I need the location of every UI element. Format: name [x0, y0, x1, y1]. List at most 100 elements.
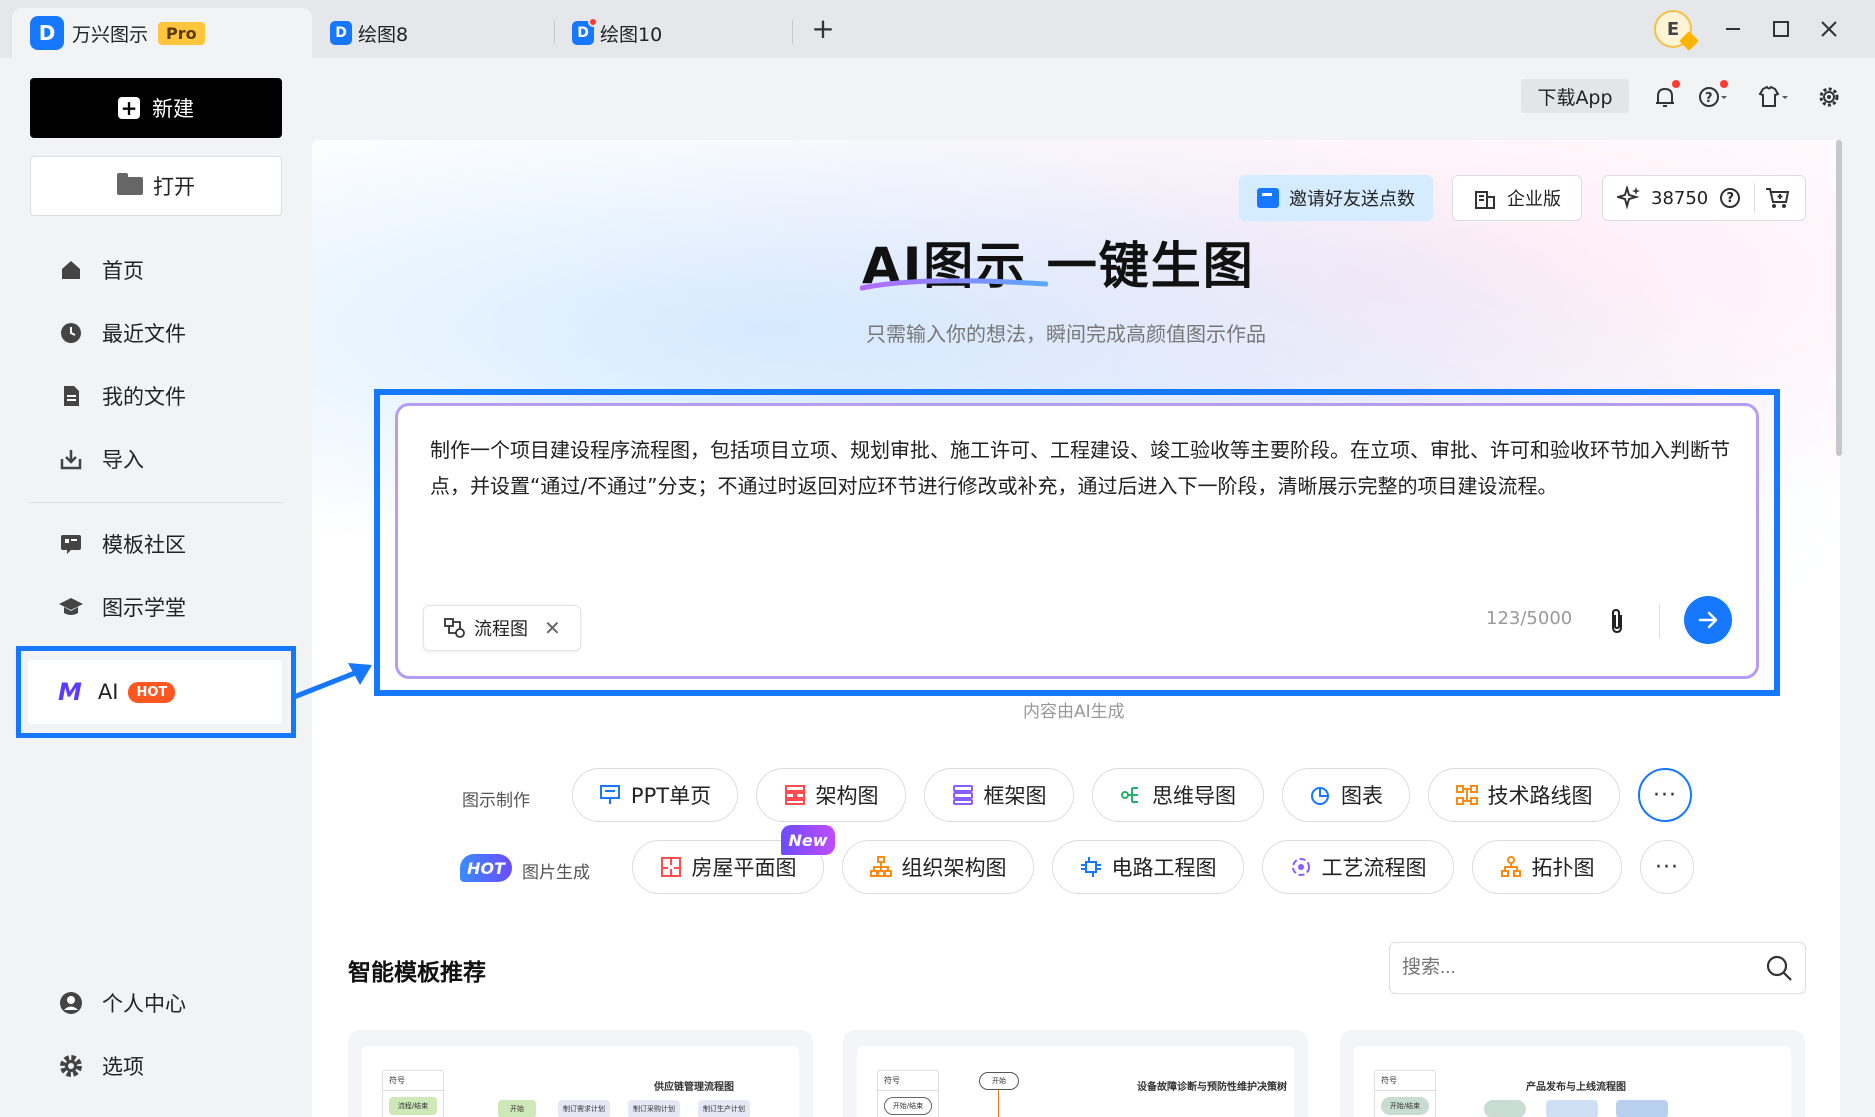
sidebar-item-profile[interactable]: 个人中心 [58, 983, 186, 1023]
category-ppt-page[interactable]: PPT单页 [572, 768, 738, 822]
legend-title: 符号 [383, 1071, 443, 1091]
pro-badge: Pro [158, 21, 205, 45]
sidebar-item-recent[interactable]: 最近文件 [58, 313, 186, 353]
ai-generated-note: 内容由AI生成 [1023, 702, 1125, 722]
sidebar-item-template-community[interactable]: 模板社区 [58, 524, 186, 564]
sidebar-item-label: 选项 [102, 1055, 144, 1079]
document-unsaved-icon: D [572, 17, 598, 45]
chip-remove-icon[interactable]: ✕ [544, 616, 561, 640]
chip-label: 流程图 [474, 619, 528, 640]
category-process-flow[interactable]: 工艺流程图 [1262, 840, 1454, 894]
user-icon [58, 990, 84, 1016]
more-image-types-button[interactable]: ··· [1640, 840, 1694, 894]
points-value: 38750 [1651, 187, 1709, 209]
points-help-icon[interactable]: ? [1720, 188, 1741, 208]
sidebar-item-my-files[interactable]: 我的文件 [58, 376, 186, 416]
download-app-button[interactable]: 下载App [1521, 79, 1629, 113]
category-architecture[interactable]: 架构图 [756, 768, 906, 822]
arrow-right-icon [1698, 611, 1718, 629]
tab-divider [792, 20, 793, 44]
building-icon [1475, 191, 1495, 209]
category-label: 工艺流程图 [1321, 856, 1427, 880]
settings-icon[interactable] [1812, 80, 1846, 114]
char-count: 123/5000 [1486, 608, 1573, 629]
diagram-type-chip[interactable]: 流程图 ✕ [423, 605, 581, 651]
close-icon[interactable] [1812, 12, 1846, 46]
more-diagram-types-button[interactable]: ··· [1638, 768, 1692, 822]
floor-plan-icon [660, 856, 682, 878]
prompt-divider [1659, 604, 1660, 638]
legend-item: 开始/结束 [1381, 1097, 1429, 1115]
thumbnail-node [1546, 1100, 1598, 1117]
flowchart-icon [444, 618, 465, 638]
tab-divider [554, 20, 555, 44]
invite-friends-button[interactable]: 邀请好友送点数 [1239, 175, 1433, 221]
category-mind-map[interactable]: 思维导图 [1092, 768, 1264, 822]
row-label-image: 图片生成 [522, 863, 590, 883]
help-icon[interactable]: ? [1696, 80, 1730, 114]
svg-text:?: ? [1705, 91, 1713, 106]
template-thumbnail: 符号 开始/结束 产品发布与上线流程图 [1354, 1046, 1791, 1117]
points-widget[interactable]: 38750 ? [1602, 175, 1806, 221]
vip-gem-icon [1679, 31, 1699, 51]
legend-title: 符号 [878, 1071, 938, 1091]
file-icon [58, 383, 84, 409]
send-button[interactable] [1684, 596, 1732, 644]
open-button[interactable]: 打开 [30, 156, 282, 216]
pie-chart-icon [1309, 784, 1331, 806]
template-card[interactable]: 符号 开始/结束 设备故障诊断与预防性维护决策树 开始 [843, 1030, 1308, 1117]
legend-item: 开始/结束 [884, 1097, 932, 1115]
category-label: 思维导图 [1152, 784, 1236, 808]
notification-dot [1672, 80, 1680, 88]
avatar[interactable]: E [1654, 10, 1699, 51]
thumbnail-title: 产品发布与上线流程图 [1526, 1082, 1626, 1093]
tab-home[interactable]: D 万兴图示 Pro [12, 8, 312, 58]
category-chart[interactable]: 图表 [1282, 768, 1410, 822]
sidebar-item-home[interactable]: 首页 [58, 250, 144, 290]
shirt-icon[interactable] [1756, 80, 1790, 114]
template-search-input[interactable] [1389, 942, 1806, 994]
legend-title: 符号 [1375, 1071, 1435, 1091]
enterprise-label: 企业版 [1507, 189, 1561, 210]
sidebar-item-options[interactable]: 选项 [58, 1046, 144, 1086]
architecture-icon [784, 784, 806, 806]
enterprise-button[interactable]: 企业版 [1452, 175, 1582, 221]
new-tab-button[interactable]: + [808, 12, 838, 45]
category-framework[interactable]: 框架图 [924, 768, 1074, 822]
bell-icon[interactable] [1648, 80, 1682, 114]
roadmap-icon [1455, 784, 1478, 806]
sidebar-divider [30, 502, 282, 503]
cart-icon[interactable] [1765, 186, 1791, 210]
scrollbar[interactable] [1836, 140, 1842, 456]
prompt-textarea[interactable]: 制作一个项目建设程序流程图，包括项目立项、规划审批、施工许可、工程建设、竣工验收… [430, 432, 1730, 504]
graduation-cap-icon [58, 594, 84, 620]
category-tech-roadmap[interactable]: 技术路线图 [1428, 768, 1620, 822]
sidebar-item-import[interactable]: 导入 [58, 439, 144, 479]
maximize-icon[interactable] [1764, 12, 1798, 46]
category-org-chart[interactable]: 组织架构图 [842, 840, 1034, 894]
category-label: 组织架构图 [901, 856, 1007, 880]
paperclip-icon[interactable] [1600, 604, 1634, 638]
plus-icon: + [118, 96, 140, 120]
category-topology[interactable]: 拓扑图 [1472, 840, 1622, 894]
category-label: 房屋平面图 [691, 856, 797, 880]
minimize-icon[interactable] [1716, 12, 1750, 46]
thumbnail-title: 设备故障诊断与预防性维护决策树 [1137, 1082, 1287, 1093]
template-card[interactable]: 符号 流程/结束 供应链管理流程图 开始 制订需求计划 制订采购计划 制订生产计… [348, 1030, 813, 1117]
category-label: 电路工程图 [1111, 856, 1217, 880]
sidebar-item-label: 个人中心 [102, 992, 186, 1016]
search-icon[interactable] [1765, 954, 1793, 982]
template-card[interactable]: 符号 开始/结束 产品发布与上线流程图 [1340, 1030, 1805, 1117]
thumbnail-node [1484, 1100, 1526, 1117]
sidebar-item-academy[interactable]: 图示学堂 [58, 587, 186, 627]
new-button[interactable]: + 新建 [30, 78, 282, 138]
tab-drawing-10[interactable]: D 绘图10 [572, 8, 662, 58]
circuit-icon [1080, 856, 1102, 878]
category-circuit[interactable]: 电路工程图 [1052, 840, 1244, 894]
tab-drawing-8[interactable]: D 绘图8 [330, 8, 408, 58]
new-button-label: 新建 [152, 97, 194, 121]
mind-map-icon [1120, 784, 1142, 806]
ai-item-highlight-frame [16, 646, 296, 738]
import-icon [58, 446, 84, 472]
template-thumbnail: 符号 开始/结束 设备故障诊断与预防性维护决策树 开始 [857, 1046, 1294, 1117]
